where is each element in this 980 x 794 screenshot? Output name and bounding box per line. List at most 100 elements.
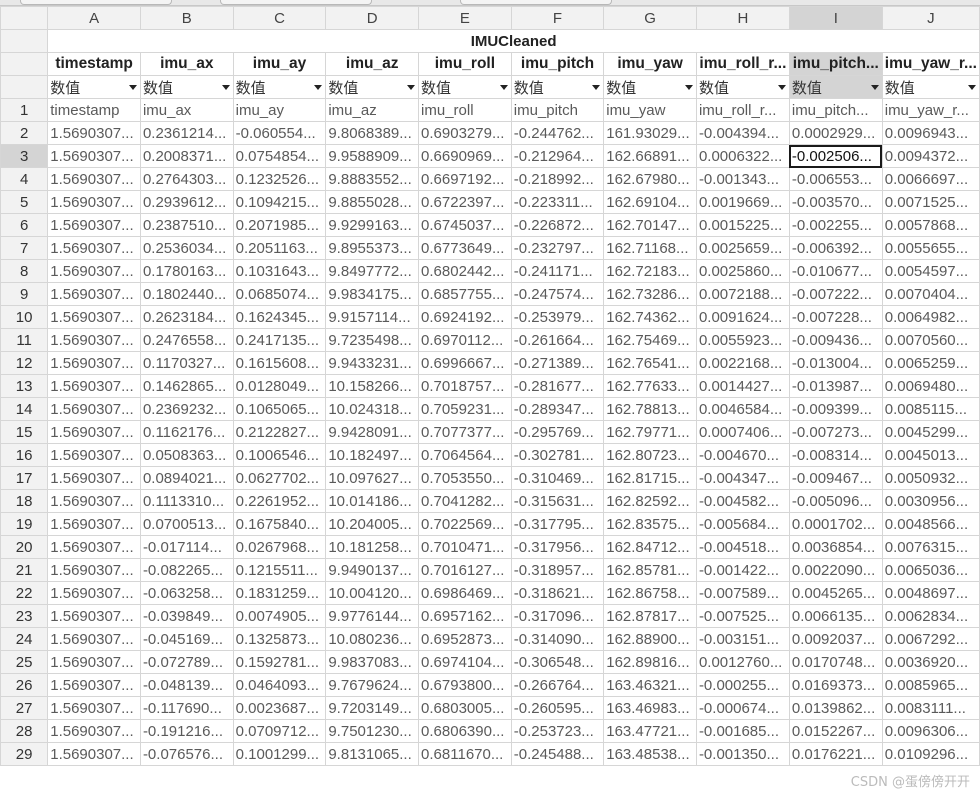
table-cell[interactable]: 0.0007406...: [695, 420, 790, 444]
table-cell[interactable]: 0.0096306...: [881, 719, 980, 743]
table-cell[interactable]: 162.81715...: [603, 466, 697, 490]
table-cell[interactable]: -0.005096...: [788, 489, 883, 513]
table-cell[interactable]: 0.0074905...: [232, 604, 327, 628]
table-cell[interactable]: 0.6690969...: [418, 144, 512, 168]
table-cell[interactable]: -0.072789...: [139, 650, 234, 674]
table-cell[interactable]: -0.317096...: [510, 604, 605, 628]
table-cell[interactable]: -0.315631...: [510, 489, 605, 513]
table-cell[interactable]: -0.000674...: [695, 696, 790, 720]
table-cell[interactable]: 0.0023687...: [232, 696, 327, 720]
table-cell[interactable]: -0.223311...: [510, 190, 605, 214]
table-cell[interactable]: 0.0054597...: [881, 259, 980, 283]
table-cell[interactable]: 162.87817...: [603, 604, 697, 628]
table-cell[interactable]: 0.1065065...: [232, 397, 327, 421]
table-cell[interactable]: 0.0036854...: [788, 535, 883, 559]
table-cell[interactable]: 9.7501230...: [325, 719, 420, 743]
row-number[interactable]: 9: [0, 282, 49, 306]
table-cell[interactable]: -0.017114...: [139, 535, 234, 559]
table-cell[interactable]: 162.82592...: [603, 489, 697, 513]
table-cell[interactable]: 1.5690307...: [47, 328, 141, 352]
table-cell[interactable]: 0.0069480...: [881, 374, 980, 398]
table-cell[interactable]: 0.6996667...: [418, 351, 512, 375]
table-cell[interactable]: 0.6802442...: [418, 259, 512, 283]
table-cell[interactable]: 10.080236...: [325, 627, 420, 651]
table-cell[interactable]: 0.0066697...: [881, 167, 980, 191]
table-cell[interactable]: 0.1624345...: [232, 305, 327, 329]
table-cell[interactable]: -0.007273...: [788, 420, 883, 444]
chevron-down-icon[interactable]: [407, 85, 416, 90]
table-cell[interactable]: 1.5690307...: [47, 604, 141, 628]
table-cell[interactable]: -0.004670...: [695, 443, 790, 467]
row-number[interactable]: 3: [0, 144, 49, 168]
table-cell[interactable]: 9.9157114...: [325, 305, 420, 329]
table-cell[interactable]: 0.0464093...: [232, 673, 327, 697]
row-number[interactable]: 25: [0, 650, 49, 674]
table-cell[interactable]: 0.1031643...: [232, 259, 327, 283]
table-cell[interactable]: -0.253979...: [510, 305, 605, 329]
table-cell[interactable]: 0.2071985...: [232, 213, 327, 237]
table-cell[interactable]: 0.2476558...: [139, 328, 234, 352]
table-cell[interactable]: -0.082265...: [139, 558, 234, 582]
table-cell[interactable]: timestamp: [47, 98, 141, 122]
column-header-G[interactable]: G: [603, 6, 697, 30]
column-header-E[interactable]: E: [418, 6, 512, 30]
table-cell[interactable]: -0.281677...: [510, 374, 605, 398]
table-cell[interactable]: 0.1094215...: [232, 190, 327, 214]
field-header[interactable]: imu_yaw_r...: [881, 52, 980, 76]
table-cell[interactable]: 10.158266...: [325, 374, 420, 398]
table-cell[interactable]: 0.1232526...: [232, 167, 327, 191]
table-cell[interactable]: 0.6811670...: [418, 742, 512, 766]
row-number[interactable]: 10: [0, 305, 49, 329]
table-cell[interactable]: 0.0709712...: [232, 719, 327, 743]
table-cell[interactable]: 0.6903279...: [418, 121, 512, 145]
chevron-down-icon[interactable]: [314, 85, 323, 90]
table-cell[interactable]: 0.0036920...: [881, 650, 980, 674]
row-number[interactable]: 28: [0, 719, 49, 743]
table-cell[interactable]: 0.0048566...: [881, 512, 980, 536]
table-cell[interactable]: 0.0071525...: [881, 190, 980, 214]
table-cell[interactable]: 0.0050932...: [881, 466, 980, 490]
table-cell[interactable]: 0.0066135...: [788, 604, 883, 628]
row-number[interactable]: 18: [0, 489, 49, 513]
table-cell[interactable]: -0.295769...: [510, 420, 605, 444]
table-cell[interactable]: 0.0062834...: [881, 604, 980, 628]
table-cell[interactable]: 162.78813...: [603, 397, 697, 421]
table-cell[interactable]: 0.0508363...: [139, 443, 234, 467]
select-all-corner[interactable]: [0, 6, 49, 30]
table-cell[interactable]: 163.47721...: [603, 719, 697, 743]
chevron-down-icon[interactable]: [499, 85, 508, 90]
table-cell[interactable]: 1.5690307...: [47, 719, 141, 743]
table-cell[interactable]: 0.1615608...: [232, 351, 327, 375]
table-cell[interactable]: 10.204005...: [325, 512, 420, 536]
table-cell[interactable]: 162.69104...: [603, 190, 697, 214]
table-cell[interactable]: 0.0109296...: [881, 742, 980, 766]
table-cell[interactable]: 0.0072188...: [695, 282, 790, 306]
table-cell[interactable]: -0.306548...: [510, 650, 605, 674]
table-cell[interactable]: 162.86758...: [603, 581, 697, 605]
table-cell[interactable]: 1.5690307...: [47, 144, 141, 168]
table-cell[interactable]: 1.5690307...: [47, 443, 141, 467]
table-cell[interactable]: -0.000255...: [695, 673, 790, 697]
table-cell[interactable]: 0.7041282...: [418, 489, 512, 513]
table-cell[interactable]: 0.0025659...: [695, 236, 790, 260]
table-cell[interactable]: 0.6745037...: [418, 213, 512, 237]
table-cell[interactable]: 0.0627702...: [232, 466, 327, 490]
table-cell[interactable]: 0.0012760...: [695, 650, 790, 674]
table-cell[interactable]: -0.048139...: [139, 673, 234, 697]
table-cell[interactable]: -0.004582...: [695, 489, 790, 513]
table-cell[interactable]: -0.191216...: [139, 719, 234, 743]
field-type-select[interactable]: 数值: [788, 75, 883, 99]
table-cell[interactable]: 0.0045299...: [881, 420, 980, 444]
table-cell[interactable]: 0.0006322...: [695, 144, 790, 168]
table-cell[interactable]: 0.0170748...: [788, 650, 883, 674]
table-cell[interactable]: 0.0091624...: [695, 305, 790, 329]
table-cell[interactable]: imu_pitch: [510, 98, 605, 122]
table-cell[interactable]: 9.8883552...: [325, 167, 420, 191]
table-cell[interactable]: 1.5690307...: [47, 305, 141, 329]
table-cell[interactable]: 162.66891...: [603, 144, 697, 168]
field-header[interactable]: imu_ay: [232, 52, 327, 76]
table-cell[interactable]: 9.8497772...: [325, 259, 420, 283]
field-header[interactable]: imu_pitch: [510, 52, 605, 76]
table-cell[interactable]: -0.244762...: [510, 121, 605, 145]
table-cell[interactable]: 0.1001299...: [232, 742, 327, 766]
